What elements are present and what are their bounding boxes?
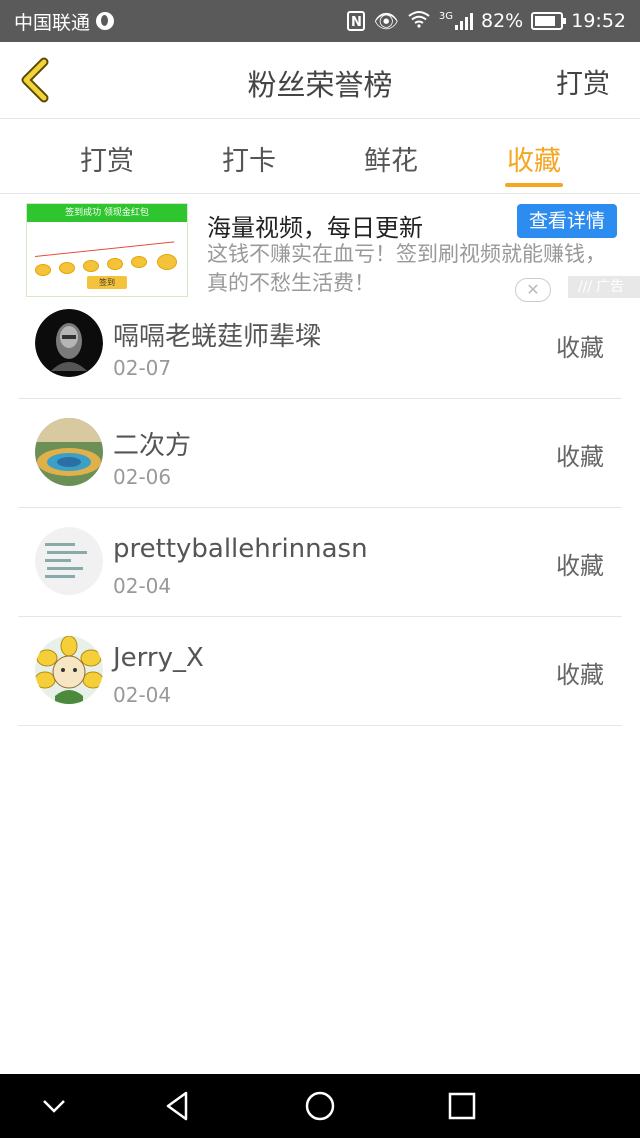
ad-image[interactable]: 签到成功 领现金红包 签到 — [26, 203, 188, 297]
item-date: 02-04 — [113, 574, 172, 598]
system-nav-bar — [0, 1074, 640, 1138]
chevron-down-icon[interactable] — [36, 1088, 72, 1124]
avatar[interactable] — [35, 636, 103, 704]
battery-icon — [531, 12, 567, 30]
list-item[interactable]: 嗝嗝老蜣莛师辈墚 02-07 收藏 — [18, 290, 622, 399]
favorite-label: 收藏 — [556, 552, 604, 580]
carrier-name: 中国联通 — [14, 11, 91, 34]
ad-details-button[interactable]: 查看详情 — [517, 204, 617, 238]
reward-button[interactable]: 打赏 — [556, 62, 610, 101]
battery-percent: 82% — [481, 10, 524, 32]
coin-icon — [157, 254, 177, 270]
eye-icon: 👁 — [373, 9, 399, 33]
carrier: 中国联通 — [14, 8, 115, 35]
ad-image-button: 签到 — [87, 276, 127, 289]
user-name: prettyballehrinnasn — [113, 534, 368, 564]
coin-icon — [107, 258, 123, 270]
list-item[interactable]: Jerry_X 02-04 收藏 — [18, 617, 622, 726]
tab-favorites[interactable]: 收藏 — [484, 139, 584, 178]
back-triangle-icon[interactable] — [160, 1088, 196, 1124]
ad-title: 海量视频，每日更新 — [207, 214, 423, 242]
favorites-list: 嗝嗝老蜣莛师辈墚 02-07 收藏 二次方 02-06 收藏 prettybal… — [18, 290, 622, 726]
tab-bar: 打赏 打卡 鲜花 收藏 — [0, 119, 640, 194]
home-circle-icon[interactable] — [302, 1088, 338, 1124]
coin-icon — [131, 256, 147, 268]
ad-image-banner: 签到成功 领现金红包 — [27, 204, 187, 222]
item-date: 02-04 — [113, 683, 172, 707]
favorite-label: 收藏 — [556, 334, 604, 362]
status-bar: 中国联通 N 👁 3G 82% 19:52 — [0, 0, 640, 42]
page-title: 粉丝荣誉榜 — [247, 68, 393, 102]
avatar[interactable] — [35, 418, 103, 486]
active-tab-indicator — [505, 183, 563, 187]
wifi-icon — [407, 10, 431, 33]
globe-icon — [96, 12, 115, 30]
tab-checkin[interactable]: 打卡 — [199, 139, 299, 178]
item-date: 02-06 — [113, 465, 172, 489]
tab-flowers[interactable]: 鲜花 — [341, 139, 441, 178]
ad-banner[interactable]: 签到成功 领现金红包 签到 海量视频，每日更新 这钱不赚实在血亏！签到刷视频就能… — [0, 194, 640, 304]
avatar[interactable] — [35, 527, 103, 595]
network-type: 3G — [438, 10, 453, 22]
list-item[interactable]: prettyballehrinnasn 02-04 收藏 — [18, 508, 622, 617]
tab-reward[interactable]: 打赏 — [57, 139, 157, 178]
signal-icon — [455, 12, 473, 30]
recents-square-icon[interactable] — [444, 1088, 480, 1124]
nfc-icon: N — [347, 11, 366, 31]
coin-icon — [59, 262, 75, 274]
user-name: 二次方 — [113, 431, 192, 461]
coin-icon — [35, 264, 51, 276]
user-name: 嗝嗝老蜣莛师辈墚 — [113, 322, 322, 352]
avatar[interactable] — [35, 309, 103, 377]
coin-icon — [83, 260, 99, 272]
clock: 19:52 — [571, 10, 626, 32]
favorite-label: 收藏 — [556, 443, 604, 471]
list-item[interactable]: 二次方 02-06 收藏 — [18, 399, 622, 508]
favorite-label: 收藏 — [556, 661, 604, 689]
ad-image-line — [34, 241, 175, 257]
item-date: 02-07 — [113, 356, 172, 380]
app-header: 粉丝荣誉榜 打赏 — [0, 42, 640, 119]
user-name: Jerry_X — [113, 643, 204, 673]
